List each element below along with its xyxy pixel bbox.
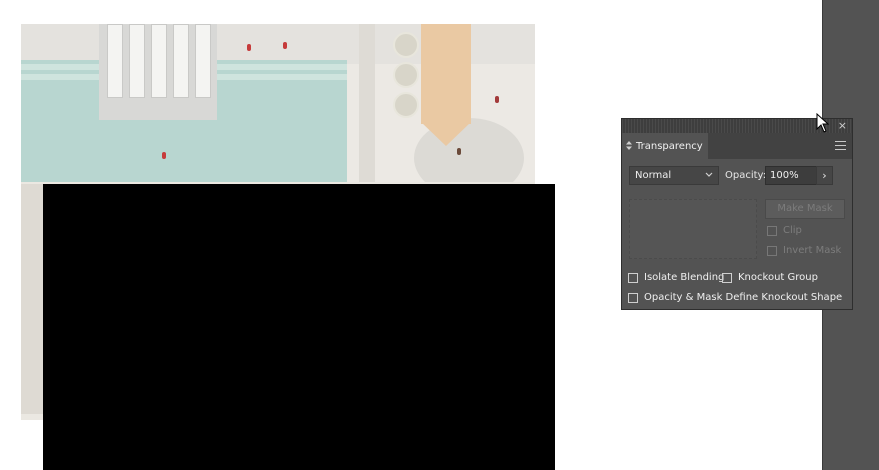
hamburger-menu-icon[interactable] — [835, 141, 846, 150]
opacity-label: Opacity: — [725, 170, 767, 181]
figure — [457, 148, 461, 155]
close-icon[interactable]: × — [838, 119, 847, 133]
black-overlay-rectangle — [43, 184, 555, 470]
updown-arrows-icon[interactable] — [626, 140, 632, 152]
isolate-blending-label: Isolate Blending — [644, 272, 725, 283]
tab-transparency[interactable]: Transparency — [622, 133, 708, 159]
building-fin — [173, 24, 189, 98]
invert-mask-checkbox[interactable] — [767, 245, 777, 256]
tab-label: Transparency — [636, 140, 703, 152]
invert-mask-label: Invert Mask — [783, 245, 842, 256]
figure — [247, 44, 251, 51]
knockout-group-label: Knockout Group — [738, 272, 818, 283]
chevron-down-icon — [705, 169, 713, 184]
opacity-slider-button[interactable]: › — [816, 166, 833, 185]
building-fin — [129, 24, 145, 98]
opacity-input[interactable]: 100% — [765, 166, 817, 185]
clip-checkbox-row[interactable]: Clip — [767, 225, 802, 236]
figure — [283, 42, 287, 49]
invert-mask-checkbox-row[interactable]: Invert Mask — [767, 245, 841, 256]
round-planter — [393, 62, 419, 88]
house-roof-tip — [421, 122, 471, 146]
figure — [495, 96, 499, 103]
blend-mode-value: Normal — [635, 170, 672, 181]
knockout-group-row[interactable]: Knockout Group — [722, 272, 818, 283]
mask-thumbnail-area — [629, 199, 757, 259]
building-fin — [151, 24, 167, 98]
pool-building — [99, 24, 217, 120]
figure — [162, 152, 166, 159]
walkway — [359, 24, 375, 194]
blend-mode-dropdown[interactable]: Normal — [629, 166, 719, 185]
house-roof — [421, 24, 471, 124]
building-fin — [107, 24, 123, 98]
opacity-mask-knockout-checkbox[interactable] — [628, 292, 638, 303]
panel-tab-bar: Transparency — [622, 133, 852, 159]
opacity-mask-knockout-row[interactable]: Opacity & Mask Define Knockout Shape — [628, 292, 842, 303]
lower-illustration-edge — [21, 184, 43, 414]
building-fin — [195, 24, 211, 98]
knockout-group-checkbox[interactable] — [722, 272, 732, 283]
opacity-mask-knockout-label: Opacity & Mask Define Knockout Shape — [644, 292, 843, 303]
clip-label: Clip — [783, 225, 802, 236]
round-planter — [393, 32, 419, 58]
transparency-panel: × Transparency Normal Opacity: 100% › Ma… — [621, 118, 853, 310]
round-planter — [393, 92, 419, 118]
make-mask-button[interactable]: Make Mask — [765, 199, 845, 219]
isolate-blending-row[interactable]: Isolate Blending — [628, 272, 724, 283]
clip-checkbox[interactable] — [767, 225, 777, 236]
isolate-blending-checkbox[interactable] — [628, 272, 638, 283]
arrow-cursor-icon — [816, 113, 830, 133]
